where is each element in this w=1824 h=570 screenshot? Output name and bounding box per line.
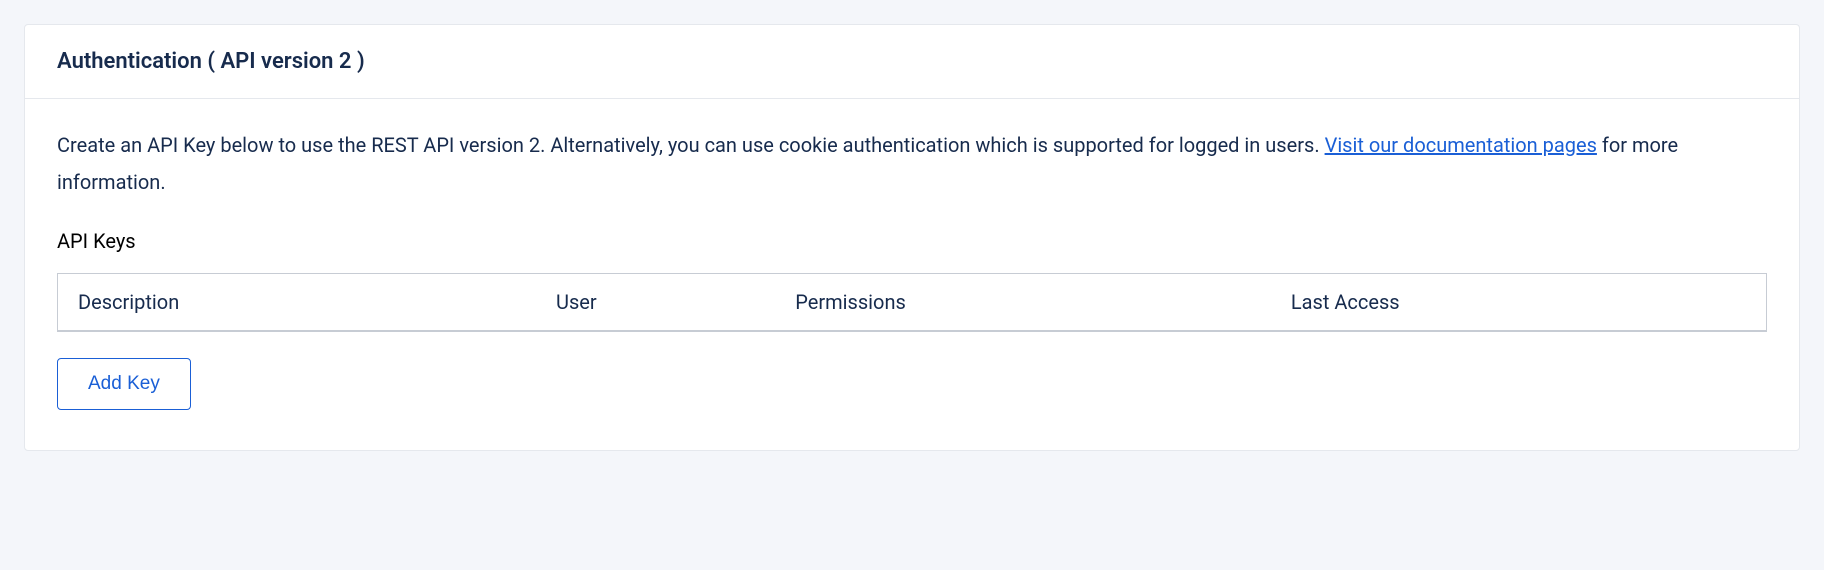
card-description: Create an API Key below to use the REST … [57, 127, 1767, 201]
table-header-last-access: Last Access [1271, 274, 1767, 332]
api-keys-table: Description User Permissions Last Access [57, 273, 1767, 332]
api-keys-section-title: API Keys [57, 229, 1767, 253]
table-header-permissions: Permissions [775, 274, 1271, 332]
add-key-button[interactable]: Add Key [57, 358, 191, 410]
table-header-row: Description User Permissions Last Access [58, 274, 1767, 332]
card-title: Authentication ( API version 2 ) [57, 49, 1767, 74]
table-header-description: Description [58, 274, 537, 332]
documentation-link[interactable]: Visit our documentation pages [1325, 133, 1597, 157]
description-prefix: Create an API Key below to use the REST … [57, 133, 1325, 157]
card-header: Authentication ( API version 2 ) [25, 25, 1799, 99]
authentication-card: Authentication ( API version 2 ) Create … [24, 24, 1800, 451]
table-header-user: User [536, 274, 775, 332]
card-body: Create an API Key below to use the REST … [25, 99, 1799, 450]
